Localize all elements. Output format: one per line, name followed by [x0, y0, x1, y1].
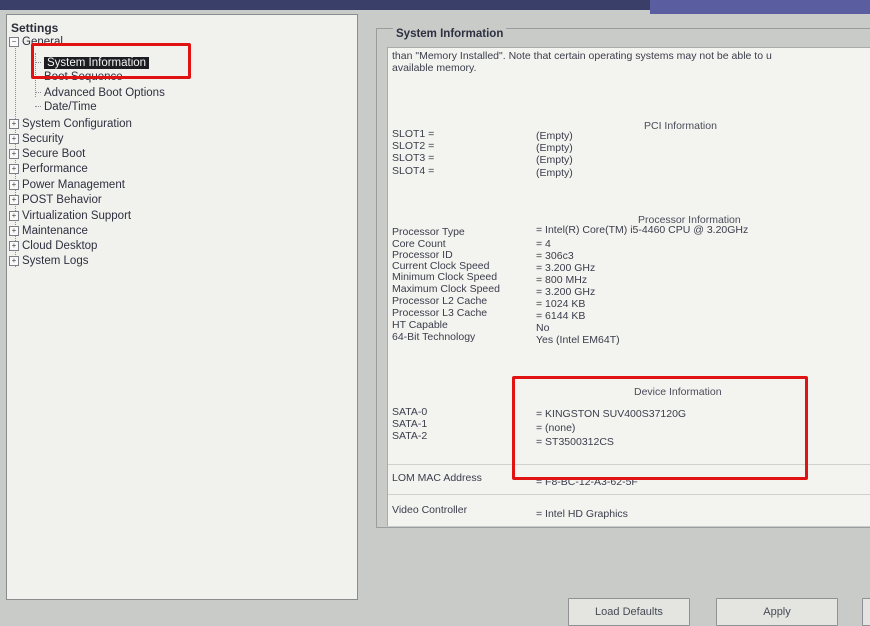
tree-item-system-configuration[interactable]: + System Configuration [9, 118, 132, 130]
tree-item-label: Date/Time [44, 101, 97, 113]
tree-item-post-behavior[interactable]: + POST Behavior [9, 194, 102, 206]
processor-value: = 1024 KB [536, 298, 586, 310]
tree-item-date-time[interactable]: Date/Time [35, 101, 97, 113]
tree-item-label: POST Behavior [22, 194, 102, 206]
tree-item-advanced-boot-options[interactable]: Advanced Boot Options [35, 87, 165, 99]
processor-value: No [536, 322, 550, 334]
tree-item-power-management[interactable]: + Power Management [9, 179, 125, 191]
sata-label: SATA-1 [392, 418, 428, 430]
tree-item-label: Performance [22, 163, 88, 175]
expand-icon[interactable]: + [9, 164, 19, 174]
exit-button-partial[interactable] [862, 598, 870, 626]
tree-item-label: Virtualization Support [22, 210, 132, 222]
slot-value: (Empty) [536, 154, 573, 166]
expand-icon[interactable]: + [9, 195, 19, 205]
processor-label: Processor L2 Cache [392, 295, 488, 307]
system-information-content[interactable]: than "Memory Installed". Note that certa… [387, 47, 870, 526]
tree-item-cloud-desktop[interactable]: + Cloud Desktop [9, 240, 97, 252]
collapse-icon[interactable]: − [9, 37, 19, 47]
tree-item-maintenance[interactable]: + Maintenance [9, 225, 88, 237]
processor-label: 64-Bit Technology [392, 331, 476, 343]
slot-label: SLOT4 = [392, 165, 435, 177]
tree-item-system-logs[interactable]: + System Logs [9, 255, 88, 267]
memory-note-line-2: available memory. [392, 62, 477, 74]
apply-button[interactable]: Apply [716, 598, 838, 626]
slot-value: (Empty) [536, 130, 573, 142]
processor-value: = 3.200 GHz [536, 286, 596, 298]
processor-label: Processor L3 Cache [392, 307, 488, 319]
expand-icon[interactable]: + [9, 149, 19, 159]
settings-title: Settings [11, 21, 59, 35]
tree-item-label: Advanced Boot Options [44, 87, 165, 99]
tree-dash [35, 106, 41, 107]
processor-value: = 800 MHz [536, 274, 588, 286]
load-defaults-button[interactable]: Load Defaults [568, 598, 690, 626]
slot-label: SLOT1 = [392, 128, 435, 140]
tree-item-label: Security [22, 133, 64, 145]
tree-item-performance[interactable]: + Performance [9, 163, 88, 175]
slot-label: SLOT3 = [392, 152, 435, 164]
processor-label: Processor Type [392, 226, 465, 238]
tree-item-label: System Configuration [22, 118, 132, 130]
tree-item-secure-boot[interactable]: + Secure Boot [9, 148, 85, 160]
expand-icon[interactable]: + [9, 256, 19, 266]
processor-value: = 306c3 [536, 250, 574, 262]
system-information-area: System Information than "Memory Installe… [372, 18, 870, 626]
tree-item-security[interactable]: + Security [9, 133, 64, 145]
tree-item-label: Cloud Desktop [22, 240, 98, 252]
processor-value: = 4 [536, 238, 551, 250]
pci-information-header: PCI Information [644, 120, 717, 132]
settings-tree-panel: Settings − General System Information Boo… [6, 14, 358, 600]
tree-item-label: System Logs [22, 255, 89, 267]
processor-value: = Intel(R) Core(TM) i5-4460 CPU @ 3.20GH… [536, 224, 749, 236]
processor-value: = 3.200 GHz [536, 262, 596, 274]
expand-icon[interactable]: + [9, 226, 19, 236]
expand-icon[interactable]: + [9, 241, 19, 251]
group-title: System Information [393, 28, 507, 40]
processor-label: HT Capable [392, 319, 448, 331]
memory-note-line-1: than "Memory Installed". Note that certa… [392, 50, 772, 62]
sata-label: SATA-2 [392, 430, 428, 442]
expand-icon[interactable]: + [9, 211, 19, 221]
lom-mac-label: LOM MAC Address [392, 472, 482, 484]
processor-label: Minimum Clock Speed [392, 271, 498, 283]
video-controller-label: Video Controller [392, 504, 468, 516]
processor-value: Yes (Intel EM64T) [536, 334, 620, 346]
tree-item-virtualization-support[interactable]: + Virtualization Support [9, 210, 131, 222]
highlight-box-system-information [31, 43, 191, 79]
expand-icon[interactable]: + [9, 180, 19, 190]
expand-icon[interactable]: + [9, 119, 19, 129]
tree-item-label: Power Management [22, 179, 125, 191]
processor-label: Maximum Clock Speed [392, 283, 500, 295]
processor-value: = 6144 KB [536, 310, 586, 322]
video-controller-value: = Intel HD Graphics [536, 508, 628, 520]
slot-label: SLOT2 = [392, 140, 435, 152]
system-information-group: System Information than "Memory Installe… [376, 28, 870, 528]
slot-value: (Empty) [536, 167, 573, 179]
tree-item-label: Maintenance [22, 225, 88, 237]
expand-icon[interactable]: + [9, 134, 19, 144]
tree-dash [35, 92, 41, 93]
section-divider [388, 494, 870, 495]
slot-value: (Empty) [536, 142, 573, 154]
sata-label: SATA-0 [392, 406, 428, 418]
monitor-top-band-right [650, 0, 870, 14]
tree-item-label: Secure Boot [22, 148, 86, 160]
highlight-box-device-information [512, 376, 808, 480]
